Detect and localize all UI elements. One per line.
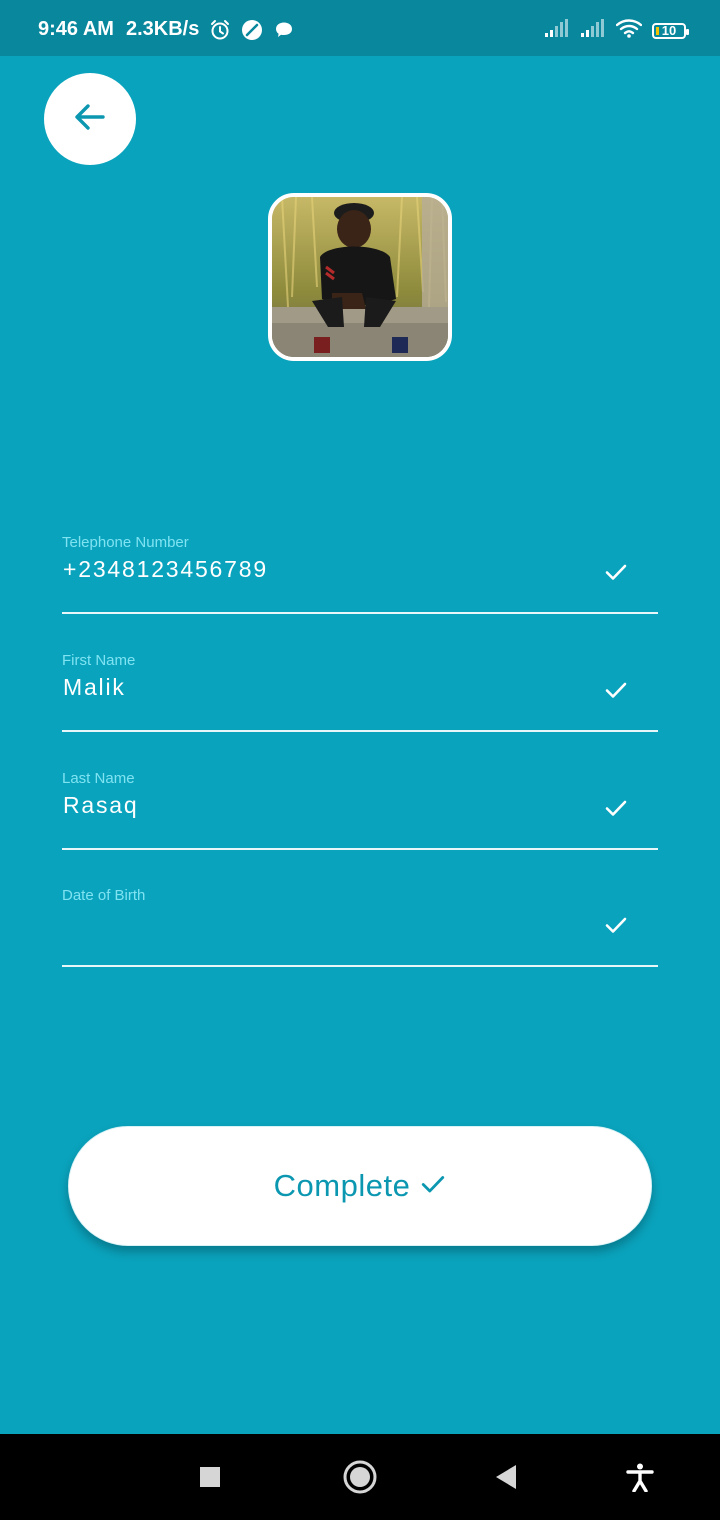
system-navigation-bar [0,1434,720,1520]
profile-photo[interactable] [268,193,452,361]
status-left: 9:46 AM 2.3KB/s [38,18,295,41]
status-bar: 9:46 AM 2.3KB/s 10 [0,0,720,56]
field-value[interactable]: +2348123456789 [63,556,268,583]
accessibility-icon[interactable] [623,1460,657,1494]
status-net-speed: 2.3KB/s [125,18,200,40]
chat-bubble-icon [273,19,295,41]
no-disturb-icon [241,19,263,41]
field-value[interactable]: Rasaq [63,792,138,819]
arrow-left-icon [73,100,107,139]
signal-icon [544,18,570,43]
field-label: First Name [62,652,136,669]
status-time: 9:46 AM [38,18,114,40]
check-icon [604,560,628,584]
check-icon [604,913,628,937]
field-label: Telephone Number [62,534,189,551]
field-label: Last Name [62,770,135,787]
profile-photo-image [272,197,448,357]
check-icon [604,796,628,820]
back-button[interactable] [44,73,136,165]
battery-level: 10 [661,23,677,38]
first-name-field[interactable]: First Name Malik [62,652,658,732]
complete-button-label: Complete [273,1168,411,1203]
telephone-number-field[interactable]: Telephone Number +2348123456789 [62,534,658,614]
check-icon [604,678,628,702]
back-triangle-icon[interactable] [489,1460,523,1494]
recents-square-icon[interactable] [193,1460,227,1494]
home-circle-icon[interactable] [343,1460,377,1494]
date-of-birth-field[interactable]: Date of Birth [62,887,658,967]
status-right: 10 [544,18,689,43]
wifi-icon [615,18,643,43]
complete-button[interactable]: Complete [68,1126,652,1246]
field-value[interactable]: Malik [63,674,126,701]
signal-icon [580,18,606,43]
check-icon [420,1171,446,1202]
battery-icon: 10 [652,22,689,39]
battery-fill [656,26,659,35]
last-name-field[interactable]: Last Name Rasaq [62,770,658,850]
alarm-icon [209,19,231,41]
field-label: Date of Birth [62,887,146,904]
